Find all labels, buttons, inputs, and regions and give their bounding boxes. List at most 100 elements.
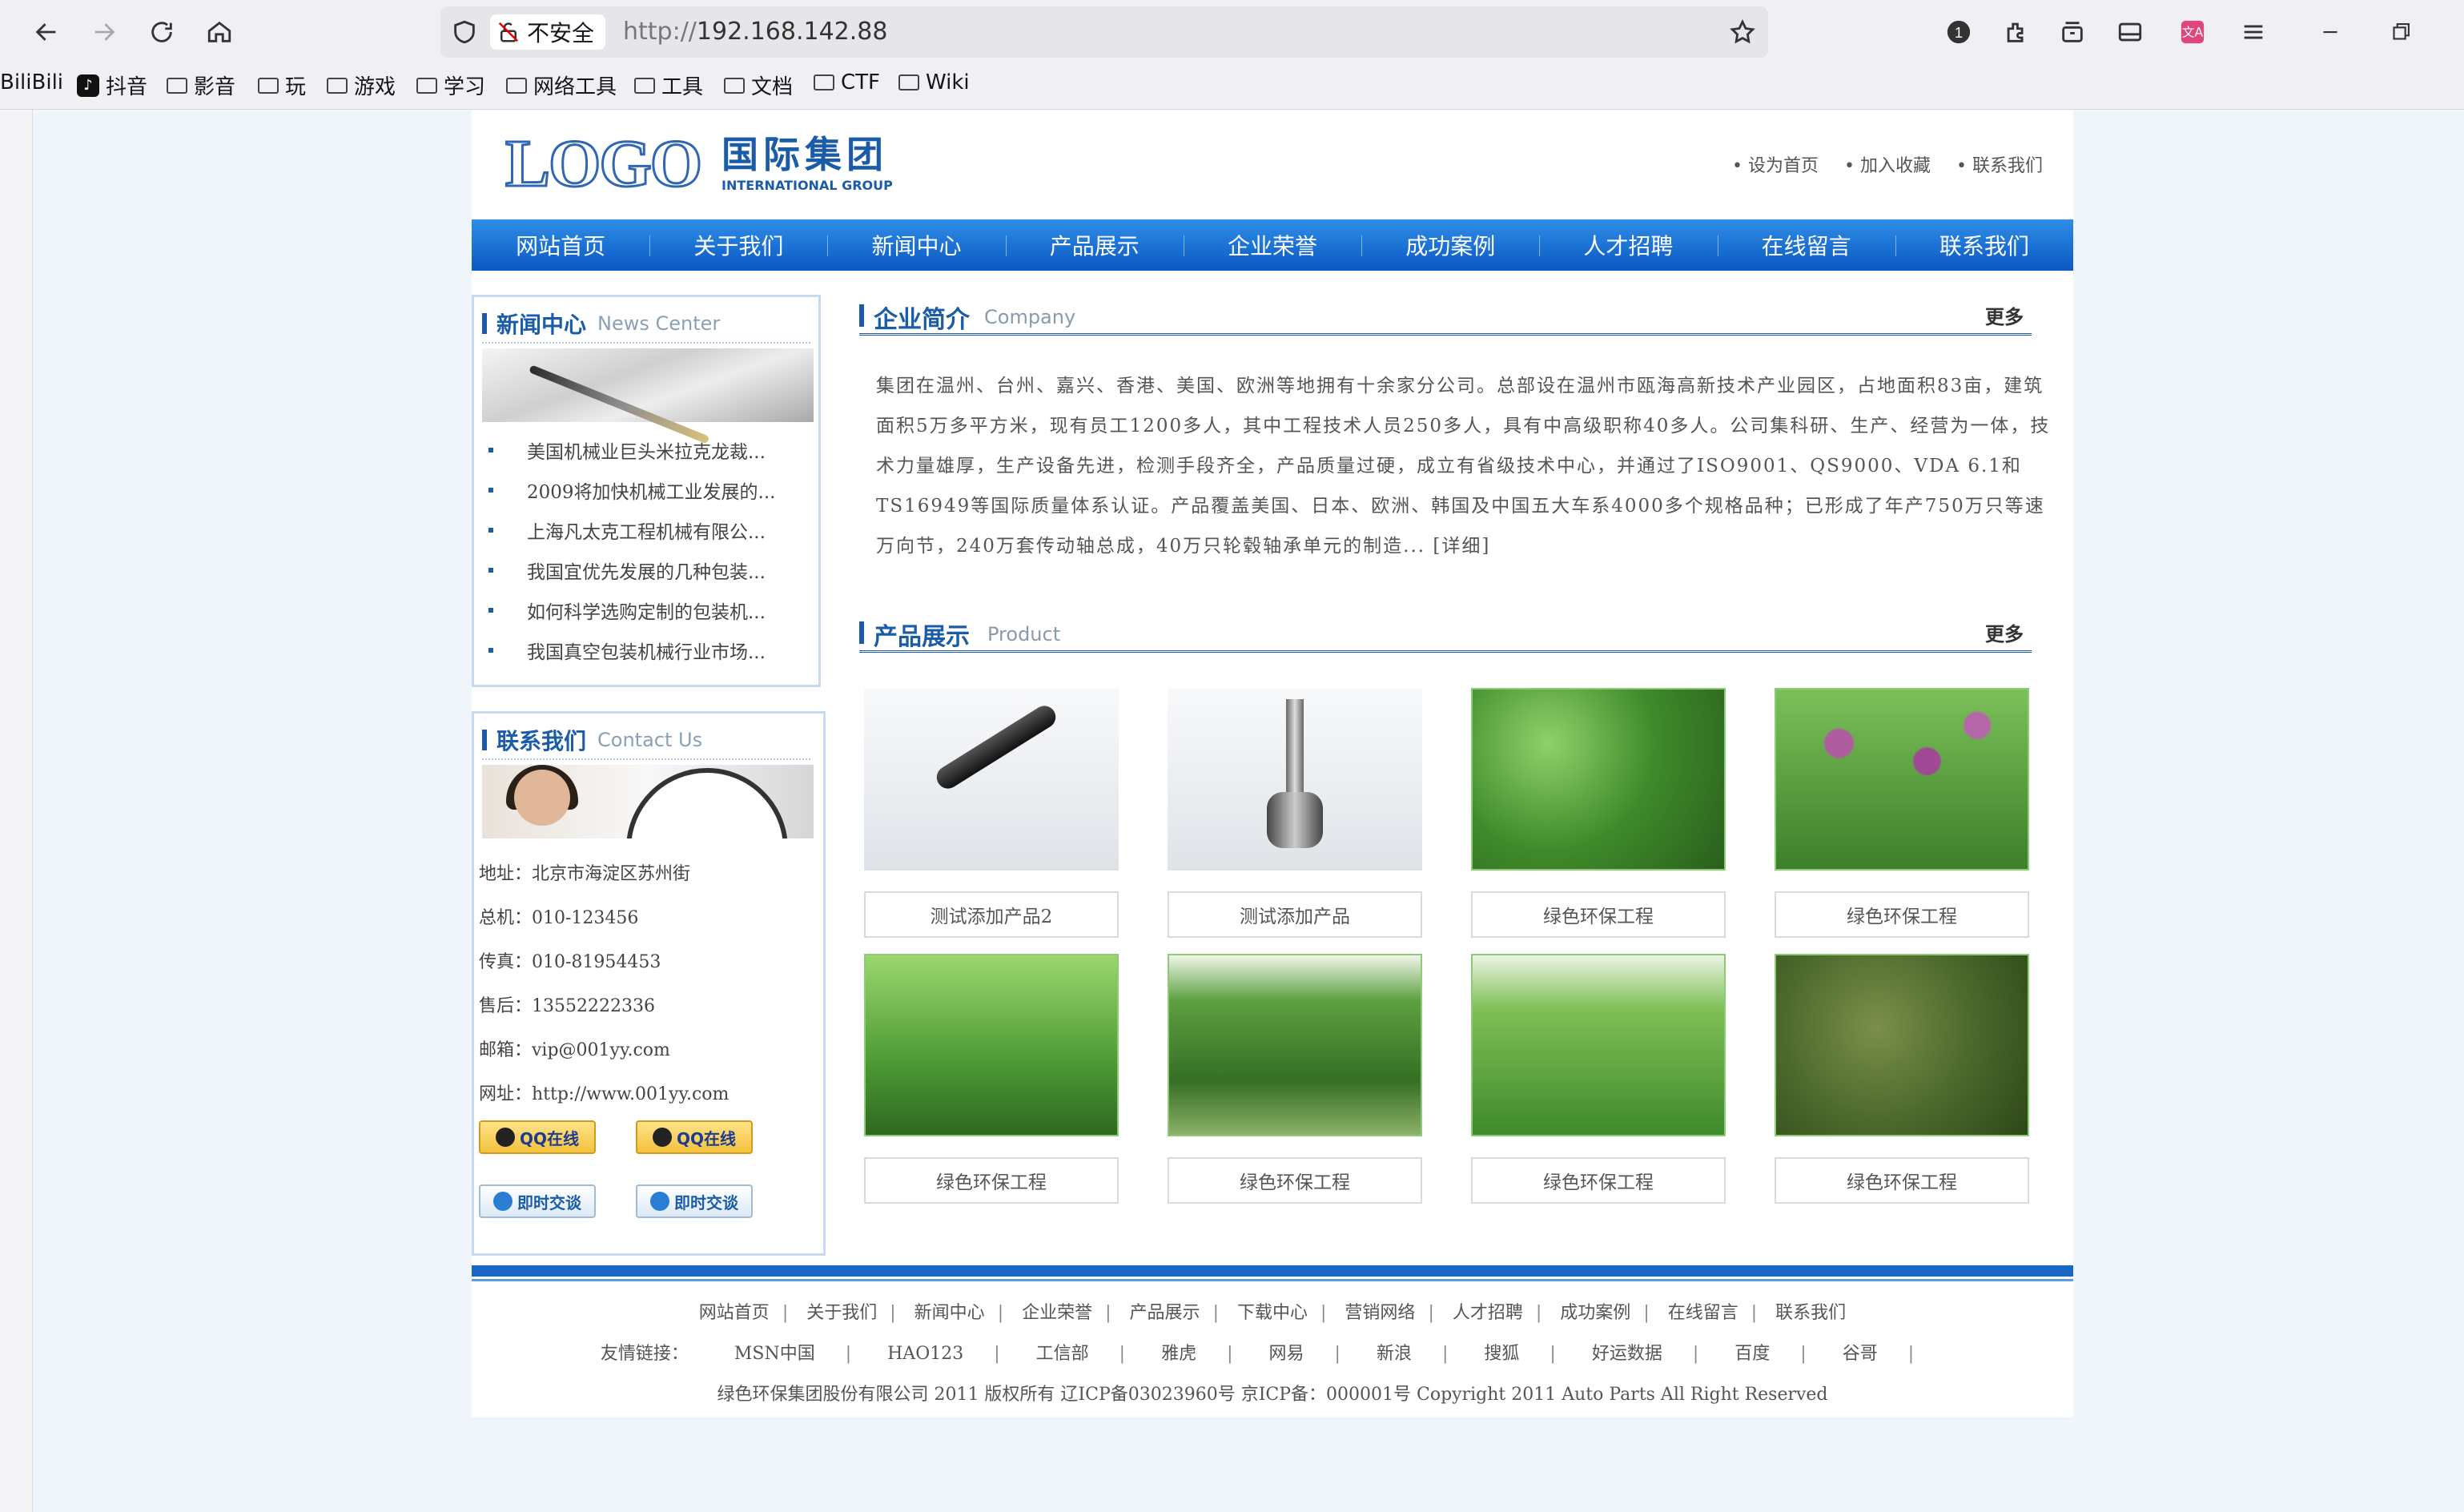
- extensions-icon[interactable]: [1999, 14, 2034, 50]
- bookmark-bilibili[interactable]: BiliBili: [0, 70, 63, 94]
- product-image[interactable]: [1168, 954, 1422, 1136]
- friend-link[interactable]: HAO123: [887, 1344, 963, 1364]
- instant-chat-button[interactable]: 即时交谈: [479, 1184, 596, 1218]
- shield-icon[interactable]: [447, 14, 482, 50]
- minimize-icon[interactable]: [2313, 14, 2348, 50]
- footer-link[interactable]: 网站首页: [699, 1303, 770, 1323]
- footer-link[interactable]: 营销网络: [1345, 1303, 1415, 1323]
- product-card[interactable]: 测试添加产品2: [864, 688, 1119, 938]
- qq-online-button[interactable]: QQ在线: [479, 1120, 596, 1154]
- nav-guestbook[interactable]: 在线留言: [1717, 219, 1895, 271]
- footer-link[interactable]: 企业荣誉: [1022, 1303, 1092, 1323]
- home-icon[interactable]: [202, 14, 237, 50]
- restore-icon[interactable]: [2383, 14, 2418, 50]
- product-name[interactable]: 测试添加产品: [1168, 891, 1422, 938]
- contact-email[interactable]: 邮箱：vip@001yy.com: [479, 1035, 729, 1080]
- bookmark-folder-xuexi[interactable]: 学习: [416, 70, 485, 100]
- products-more-link[interactable]: 更多: [1985, 618, 2024, 646]
- nav-cases[interactable]: 成功案例: [1361, 219, 1539, 271]
- nav-contact[interactable]: 联系我们: [1895, 219, 2073, 271]
- menu-icon[interactable]: [2236, 14, 2271, 50]
- bookmark-folder-network-tools[interactable]: 网络工具: [506, 70, 617, 100]
- footer-link[interactable]: 在线留言: [1668, 1303, 1738, 1323]
- product-card[interactable]: 绿色环保工程: [1168, 954, 1422, 1204]
- translate-icon[interactable]: 文A: [2175, 14, 2210, 50]
- product-image[interactable]: [864, 688, 1119, 871]
- product-image[interactable]: [1775, 954, 2029, 1136]
- news-item[interactable]: 我国宜优先发展的几种包装...: [482, 550, 814, 590]
- bookmark-folder-tools[interactable]: 工具: [634, 70, 703, 100]
- insecure-badge[interactable]: 不安全: [490, 14, 606, 50]
- contact-us-link[interactable]: • 联系我们: [1956, 151, 2043, 177]
- friend-link[interactable]: 百度: [1734, 1344, 1770, 1364]
- nav-honors[interactable]: 企业荣誉: [1183, 219, 1361, 271]
- product-image[interactable]: [1471, 954, 1726, 1136]
- bookmark-folder-yingyin[interactable]: 影音: [167, 70, 235, 100]
- product-card[interactable]: 绿色环保工程: [864, 954, 1119, 1204]
- product-card[interactable]: 绿色环保工程: [1775, 954, 2029, 1204]
- news-item[interactable]: 如何科学选购定制的包装机...: [482, 590, 814, 630]
- product-card[interactable]: 测试添加产品: [1168, 688, 1422, 938]
- product-image[interactable]: [1471, 688, 1726, 871]
- qq-online-button[interactable]: QQ在线: [636, 1120, 753, 1154]
- nav-about[interactable]: 关于我们: [649, 219, 827, 271]
- friend-link[interactable]: 谷哥: [1843, 1344, 1878, 1364]
- friend-link[interactable]: 好运数据: [1592, 1344, 1662, 1364]
- friend-link[interactable]: 网易: [1269, 1344, 1304, 1364]
- add-favorite-link[interactable]: • 加入收藏: [1844, 151, 1931, 177]
- footer-link[interactable]: 产品展示: [1130, 1303, 1200, 1323]
- news-item[interactable]: 美国机械业巨头米拉克龙裁...: [482, 430, 814, 470]
- product-name[interactable]: 绿色环保工程: [864, 1157, 1119, 1204]
- footer-link[interactable]: 关于我们: [806, 1303, 877, 1323]
- back-icon[interactable]: [29, 14, 64, 50]
- set-homepage-link[interactable]: • 设为首页: [1732, 151, 1819, 177]
- bookmark-star-icon[interactable]: [1725, 14, 1760, 50]
- product-image[interactable]: [864, 954, 1119, 1136]
- footer-link[interactable]: 成功案例: [1560, 1303, 1630, 1323]
- product-name[interactable]: 绿色环保工程: [1168, 1157, 1422, 1204]
- bookmark-folder-wan[interactable]: 玩: [258, 70, 306, 100]
- product-card[interactable]: 绿色环保工程: [1471, 688, 1726, 938]
- nav-products[interactable]: 产品展示: [1005, 219, 1184, 271]
- news-item[interactable]: 上海凡太克工程机械有限公...: [482, 510, 814, 550]
- product-image[interactable]: [1168, 688, 1422, 871]
- url-text[interactable]: http://192.168.142.88: [623, 18, 887, 46]
- container-icon[interactable]: [2055, 14, 2090, 50]
- company-more-link[interactable]: 更多: [1985, 301, 2024, 329]
- bookmark-folder-ctf[interactable]: CTF: [814, 70, 880, 94]
- footer-link[interactable]: 下载中心: [1237, 1303, 1308, 1323]
- product-name[interactable]: 绿色环保工程: [1775, 1157, 2029, 1204]
- nav-news[interactable]: 新闻中心: [827, 219, 1005, 271]
- product-name[interactable]: 绿色环保工程: [1471, 891, 1726, 938]
- news-item[interactable]: 我国真空包装机械行业市场...: [482, 630, 814, 670]
- friend-link[interactable]: MSN中国: [734, 1344, 815, 1364]
- footer-link[interactable]: 联系我们: [1775, 1303, 1846, 1323]
- instant-chat-button[interactable]: 即时交谈: [636, 1184, 753, 1218]
- bookmark-folder-docs[interactable]: 文档: [724, 70, 793, 100]
- forward-icon[interactable]: [86, 14, 122, 50]
- news-item[interactable]: 2009将加快机械工业发展的...: [482, 470, 814, 510]
- sidebar-icon[interactable]: [2112, 14, 2148, 50]
- notification-badge-icon[interactable]: 1: [1941, 14, 1976, 50]
- contact-website[interactable]: 网址：http://www.001yy.com: [479, 1080, 729, 1124]
- friend-link[interactable]: 搜狐: [1484, 1344, 1519, 1364]
- product-name[interactable]: 绿色环保工程: [1471, 1157, 1726, 1204]
- friend-link[interactable]: 雅虎: [1161, 1344, 1196, 1364]
- product-card[interactable]: 绿色环保工程: [1775, 688, 2029, 938]
- bookmark-folder-youxi[interactable]: 游戏: [327, 70, 396, 100]
- footer-link[interactable]: 人才招聘: [1453, 1303, 1523, 1323]
- bookmark-folder-wiki[interactable]: Wiki: [898, 70, 970, 94]
- product-card[interactable]: 绿色环保工程: [1471, 954, 1726, 1204]
- product-image[interactable]: [1775, 688, 2029, 871]
- bookmark-douyin[interactable]: ♪ 抖音: [77, 70, 147, 100]
- site-logo[interactable]: LOGO 国际集团 INTERNATIONAL GROUP: [504, 129, 892, 199]
- product-name[interactable]: 测试添加产品2: [864, 891, 1119, 938]
- nav-home[interactable]: 网站首页: [472, 219, 649, 271]
- product-name[interactable]: 绿色环保工程: [1775, 891, 2029, 938]
- nav-jobs[interactable]: 人才招聘: [1539, 219, 1717, 271]
- url-bar[interactable]: 不安全 http://192.168.142.88: [440, 6, 1768, 58]
- footer-link[interactable]: 新闻中心: [914, 1303, 985, 1323]
- friend-link[interactable]: 新浪: [1377, 1344, 1412, 1364]
- reload-icon[interactable]: [144, 14, 179, 50]
- friend-link[interactable]: 工信部: [1036, 1344, 1089, 1364]
